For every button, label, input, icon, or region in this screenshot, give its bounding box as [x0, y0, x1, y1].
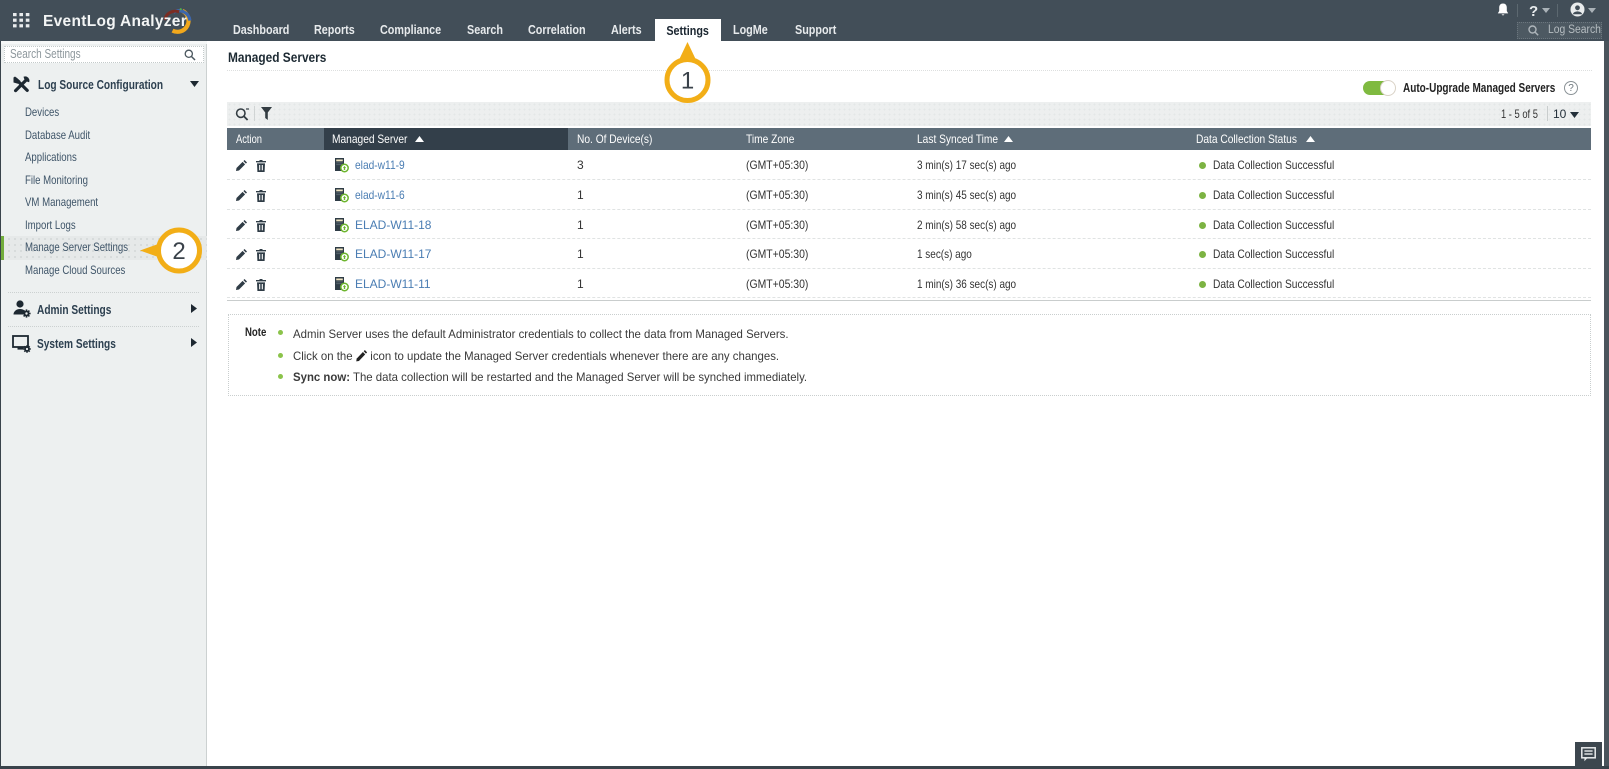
svg-text:2: 2 [172, 238, 185, 265]
svg-text:1: 1 [681, 68, 694, 95]
